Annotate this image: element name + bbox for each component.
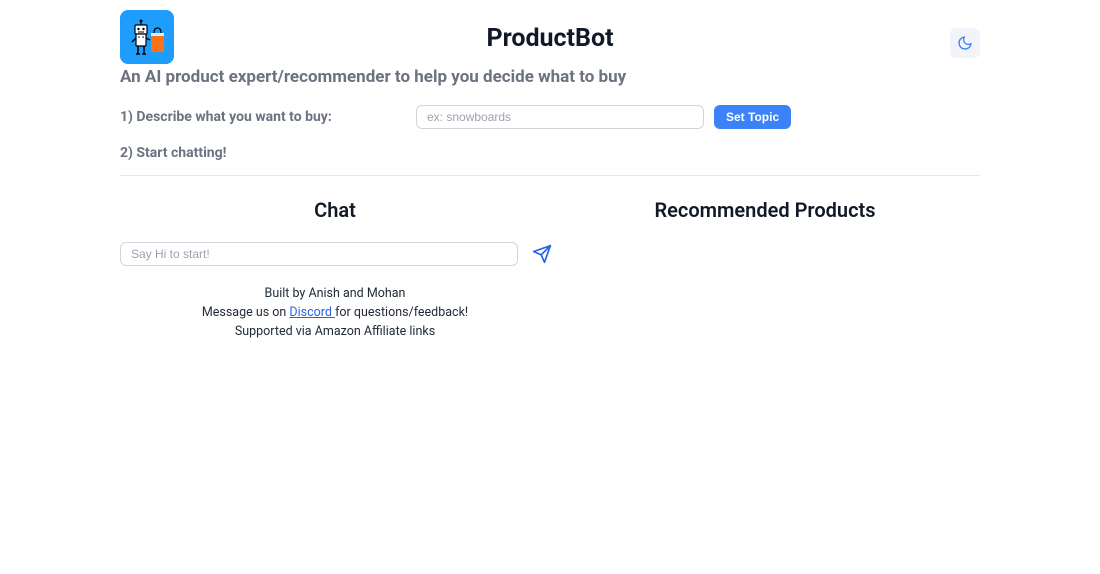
set-topic-button[interactable]: Set Topic	[714, 105, 791, 129]
theme-toggle-button[interactable]	[950, 28, 980, 58]
step2-label: 2) Start chatting!	[120, 145, 980, 161]
send-icon	[532, 244, 552, 264]
footer-affiliate: Supported via Amazon Affiliate links	[120, 324, 550, 341]
chat-input[interactable]	[120, 242, 518, 266]
page-subtitle: An AI product expert/recommender to help…	[120, 67, 980, 87]
recommended-heading: Recommended Products	[550, 198, 980, 222]
discord-link[interactable]: Discord	[289, 305, 335, 320]
send-button[interactable]	[532, 244, 552, 264]
chat-heading: Chat	[120, 198, 550, 222]
app-logo	[120, 10, 174, 64]
divider	[120, 175, 980, 176]
topic-input[interactable]	[416, 105, 704, 129]
step1-label: 1) Describe what you want to buy:	[120, 109, 416, 125]
page-title: ProductBot	[486, 24, 613, 53]
footer-built-by: Built by Anish and Mohan	[120, 286, 550, 303]
footer-section: Built by Anish and Mohan Message us on D…	[120, 286, 550, 341]
moon-icon	[957, 35, 973, 51]
robot-icon	[126, 16, 168, 58]
footer-discord-line: Message us on Discord for questions/feed…	[120, 305, 550, 322]
